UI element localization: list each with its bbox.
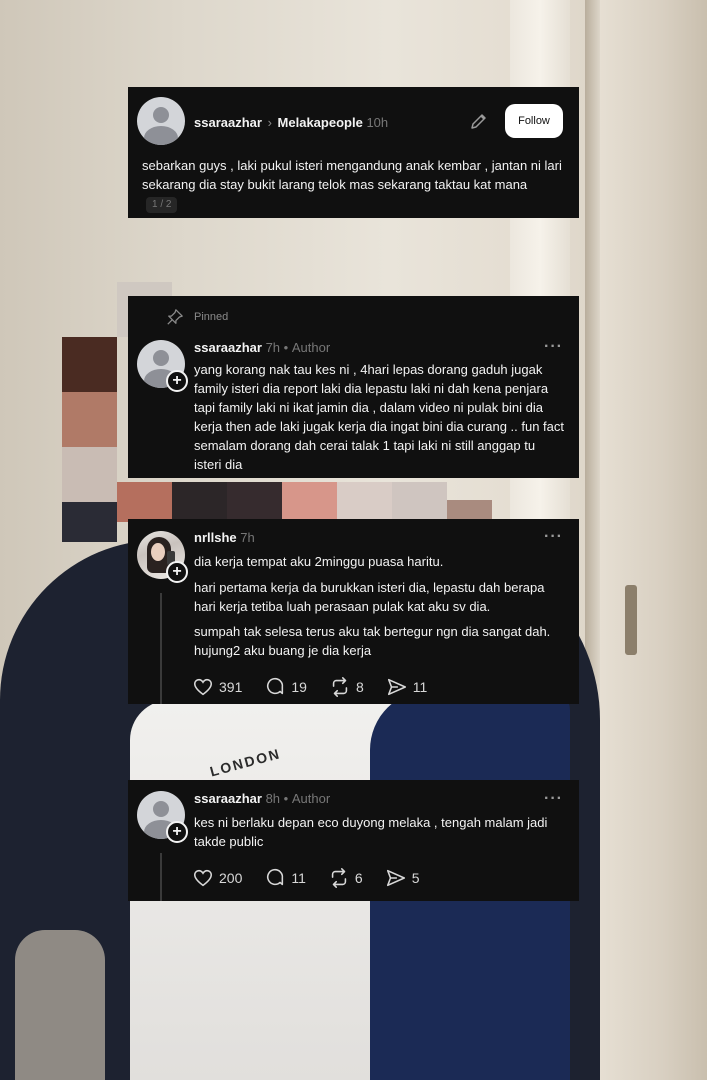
reply-paragraph: hari pertama kerja da burukkan isteri di… bbox=[194, 580, 545, 614]
like-button[interactable]: 200 bbox=[192, 867, 242, 889]
pencil-icon[interactable] bbox=[469, 111, 489, 131]
comment-button[interactable]: 19 bbox=[264, 676, 307, 698]
reply-username[interactable]: nrllshe bbox=[194, 530, 237, 545]
post-username[interactable]: ssaraazhar bbox=[194, 115, 262, 130]
comment-button[interactable]: 11 bbox=[264, 867, 306, 889]
reply-text: yang korang nak tau kes ni , 4hari lepas… bbox=[194, 362, 565, 472]
share-button[interactable]: 5 bbox=[385, 867, 420, 889]
author-badge: Author bbox=[291, 791, 331, 806]
post-body: sebarkan guys , laki pukul isteri mengan… bbox=[142, 156, 562, 213]
reply-paragraph: sumpah tak selesa terus aku tak bertegur… bbox=[194, 624, 551, 658]
reply-paragraph: dia kerja tempat aku 2minggu puasa harit… bbox=[194, 554, 444, 569]
repost-icon bbox=[331, 868, 347, 888]
reply-time: 7h bbox=[240, 530, 255, 545]
comment-icon bbox=[267, 677, 284, 695]
community-name[interactable]: Melakapeople bbox=[278, 115, 363, 130]
reply-time: 8h bbox=[265, 791, 281, 806]
heart-icon bbox=[193, 678, 213, 696]
comment-count: 19 bbox=[291, 679, 307, 695]
pinned-label: Pinned bbox=[194, 311, 229, 323]
repost-count: 8 bbox=[355, 679, 364, 695]
share-count: 11 bbox=[412, 679, 428, 695]
action-bar: 391 19 8 11 bbox=[192, 676, 449, 698]
action-bar: 200 11 6 5 bbox=[192, 867, 442, 889]
repost-count: 6 bbox=[354, 870, 363, 886]
reply-card-nrllshe: + nrllshe 7h ··· dia kerja tempat aku 2m… bbox=[128, 519, 579, 704]
pinned-reply-card: Pinned + ssaraazhar 7h • Author ··· yang… bbox=[128, 296, 579, 478]
original-post-card: ssaraazhar › Melakapeople 10h Follow seb… bbox=[128, 87, 579, 218]
follow-plus-icon[interactable]: + bbox=[166, 821, 188, 843]
heart-icon bbox=[193, 869, 213, 887]
comment-count: 11 bbox=[291, 870, 306, 886]
like-count: 200 bbox=[219, 870, 243, 886]
share-count: 5 bbox=[411, 870, 420, 886]
author-badge: Author bbox=[291, 340, 331, 355]
repost-button[interactable]: 6 bbox=[328, 867, 363, 889]
follow-button[interactable]: Follow bbox=[505, 104, 563, 138]
like-button[interactable]: 391 bbox=[192, 676, 242, 698]
reply-time: 7h bbox=[265, 340, 281, 355]
send-icon bbox=[386, 869, 405, 887]
more-options-icon[interactable]: ··· bbox=[544, 338, 563, 356]
reply-text: kes ni berlaku depan eco duyong melaka ,… bbox=[194, 815, 548, 849]
thread-line bbox=[160, 593, 162, 704]
like-count: 391 bbox=[219, 679, 243, 695]
post-text: sebarkan guys , laki pukul isteri mengan… bbox=[142, 158, 562, 192]
reply-username[interactable]: ssaraazhar bbox=[194, 791, 262, 806]
page-indicator: 1 / 2 bbox=[146, 196, 178, 213]
follow-plus-icon[interactable]: + bbox=[166, 370, 188, 392]
chevron-right-icon: › bbox=[267, 115, 272, 130]
repost-button[interactable]: 8 bbox=[329, 676, 364, 698]
share-button[interactable]: 11 bbox=[386, 676, 428, 698]
pin-icon bbox=[167, 309, 183, 325]
more-options-icon[interactable]: ··· bbox=[544, 790, 563, 808]
follow-plus-icon[interactable]: + bbox=[166, 561, 188, 583]
comment-icon bbox=[267, 868, 284, 886]
post-time: 10h bbox=[366, 115, 389, 130]
reply-card-author: + ssaraazhar 8h • Author ··· kes ni berl… bbox=[128, 780, 579, 901]
thread-line bbox=[160, 853, 162, 901]
reply-username[interactable]: ssaraazhar bbox=[194, 340, 262, 355]
send-icon bbox=[387, 678, 406, 696]
avatar[interactable] bbox=[137, 97, 185, 145]
repost-icon bbox=[332, 677, 348, 697]
more-options-icon[interactable]: ··· bbox=[544, 528, 563, 546]
